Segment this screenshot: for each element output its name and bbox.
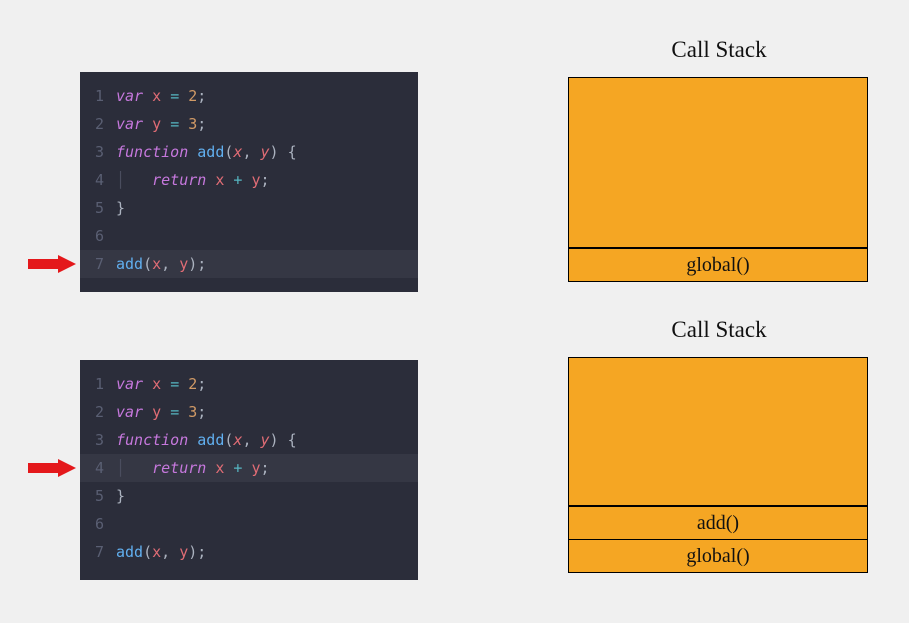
line-number: 6 (80, 510, 116, 538)
code-line: 5} (80, 194, 418, 222)
code-line: 2var y = 3; (80, 398, 418, 426)
line-number: 5 (80, 482, 116, 510)
line-number: 3 (80, 426, 116, 454)
stack-empty-space (569, 78, 867, 248)
stack-box: add()global() (568, 357, 868, 573)
line-number: 6 (80, 222, 116, 250)
code-block-bottom: 1var x = 2;2var y = 3;3function add(x, y… (80, 360, 418, 580)
panel-top: 1var x = 2;2var y = 3;3function add(x, y… (0, 72, 418, 292)
stack-title: Call Stack (568, 37, 870, 63)
stack-frame: global() (569, 539, 867, 572)
code-line: 3function add(x, y) { (80, 426, 418, 454)
code-content: function add(x, y) { (116, 426, 297, 454)
arrow-column-top (0, 72, 80, 292)
line-number: 4 (80, 166, 116, 194)
execution-arrow-icon (28, 255, 76, 273)
line-number: 2 (80, 398, 116, 426)
code-line: 7add(x, y); (80, 250, 418, 278)
code-content: var y = 3; (116, 398, 206, 426)
execution-arrow-icon (28, 459, 76, 477)
code-content: var x = 2; (116, 82, 206, 110)
code-line: 6 (80, 510, 418, 538)
arrow-column-bottom (0, 360, 80, 580)
code-content: var y = 3; (116, 110, 206, 138)
line-number: 4 (80, 454, 116, 482)
panel-bottom: 1var x = 2;2var y = 3;3function add(x, y… (0, 360, 418, 580)
code-content: │ return x + y; (116, 454, 270, 482)
code-content: } (116, 194, 125, 222)
code-content: add(x, y); (116, 250, 206, 278)
code-line: 1var x = 2; (80, 82, 418, 110)
code-block-top: 1var x = 2;2var y = 3;3function add(x, y… (80, 72, 418, 292)
stack-title: Call Stack (568, 317, 870, 343)
code-content: } (116, 482, 125, 510)
code-line: 2var y = 3; (80, 110, 418, 138)
code-line: 1var x = 2; (80, 370, 418, 398)
code-line: 6 (80, 222, 418, 250)
line-number: 2 (80, 110, 116, 138)
line-number: 7 (80, 538, 116, 566)
stack-empty-space (569, 358, 867, 506)
code-content: var x = 2; (116, 370, 206, 398)
call-stack-bottom: Call Stack add()global() (568, 317, 870, 573)
line-number: 1 (80, 82, 116, 110)
line-number: 3 (80, 138, 116, 166)
code-line: 4│ return x + y; (80, 454, 418, 482)
code-line: 5} (80, 482, 418, 510)
stack-frame: add() (569, 506, 867, 539)
code-content: add(x, y); (116, 538, 206, 566)
line-number: 7 (80, 250, 116, 278)
code-line: 7add(x, y); (80, 538, 418, 566)
code-line: 4│ return x + y; (80, 166, 418, 194)
code-content: │ return x + y; (116, 166, 270, 194)
line-number: 1 (80, 370, 116, 398)
line-number: 5 (80, 194, 116, 222)
code-content: function add(x, y) { (116, 138, 297, 166)
stack-frame: global() (569, 248, 867, 281)
call-stack-top: Call Stack global() (568, 37, 870, 282)
stack-box: global() (568, 77, 868, 282)
code-line: 3function add(x, y) { (80, 138, 418, 166)
